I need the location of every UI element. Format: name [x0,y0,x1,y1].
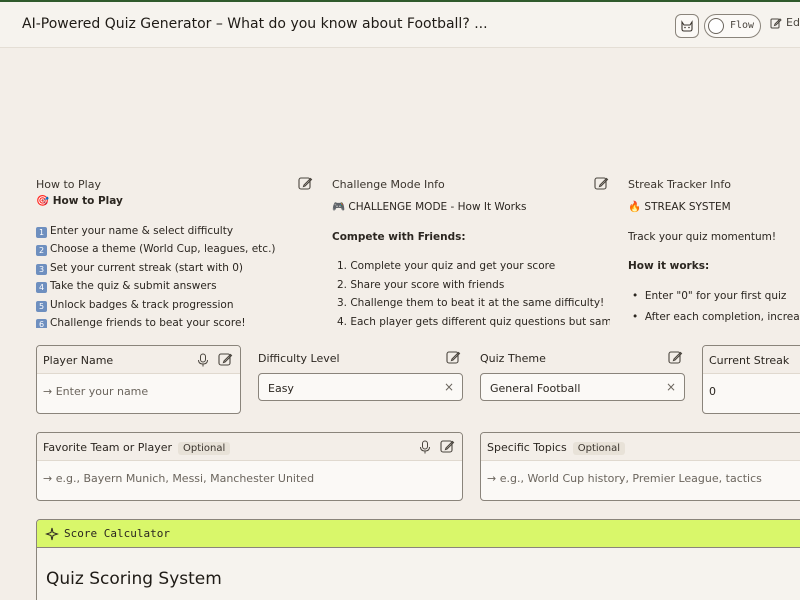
edit-icon[interactable] [440,439,455,454]
difficulty-value: Easy [268,382,294,395]
player-name-field: Player Name → Enter your name [36,345,241,414]
number-icon: 2 [36,245,47,256]
clear-icon[interactable]: × [444,380,454,394]
edit-icon[interactable] [446,350,461,365]
favorite-team-input[interactable]: → e.g., Bayern Munich, Messi, Manchester… [43,472,314,485]
favorite-team-label: Favorite Team or Player [43,441,173,454]
streak-line: Track your quiz momentum! [628,230,777,243]
current-streak-field: Current Streak 0 [702,345,800,414]
current-streak-input[interactable]: 0 [709,385,716,398]
page-title: AI-Powered Quiz Generator – What do you … [22,16,488,32]
list-item: 2. Share your score with friends [337,278,505,291]
number-icon: 5 [36,300,47,312]
list-item: 6 Challenge friends to beat your score! [36,314,276,328]
quiz-theme-label: Quiz Theme [480,352,546,365]
challenge-heading: 🎮 CHALLENGE MODE - How It Works [332,201,527,213]
score-title: Quiz Scoring System [46,569,222,589]
list-item: 1. Complete your quiz and get your score [337,260,556,272]
current-streak-label: Current Streak [709,354,790,367]
number-icon: 1 [36,226,47,238]
streak-heading: 🔥 STREAK SYSTEM [628,201,731,213]
number-icon: 4 [36,282,47,293]
flow-toggle[interactable]: Flow [704,14,761,38]
edit-icon [770,17,782,28]
list-item: 4. Each player gets different quiz quest… [337,315,610,328]
specific-topics-label: Specific Topics [487,441,567,454]
arrow-right-icon: → [43,385,53,398]
specific-topics-input[interactable]: → e.g., World Cup history, Premier Leagu… [487,472,762,485]
number-icon: 6 [36,319,47,328]
quiz-theme-value: General Football [490,382,581,395]
flow-label: Flow [730,20,755,31]
list-item: 4 Take the quiz & submit answers [36,277,276,296]
player-name-label: Player Name [43,354,114,367]
optional-badge: Optional [178,442,231,455]
cat-icon [681,20,693,32]
toggle-knob [708,18,724,34]
difficulty-label: Difficulty Level [258,352,340,365]
challenge-subheading: Compete with Friends: [332,230,466,243]
list-item: • Enter "0" for your first quiz [632,289,787,302]
list-item: 1 Enter your name & select difficulty [36,222,276,241]
arrow-right-icon: → [487,472,497,485]
number-icon: 3 [36,263,47,275]
score-calculator-card: Score Calculator Quiz Scoring System [36,519,800,600]
specific-topics-field: Specific Topics Optional → e.g., World Cu… [480,432,800,501]
optional-badge: Optional [572,442,625,455]
score-calculator-label: Score Calculator [64,527,170,540]
edit-button[interactable]: Ed [770,16,800,29]
list-item: 5 Unlock badges & track progression [36,296,276,315]
clear-icon[interactable]: × [666,380,676,394]
player-name-input[interactable]: → Enter your name [43,385,148,398]
edit-icon[interactable] [594,176,609,191]
challenge-mode-label: Challenge Mode Info [332,178,445,191]
edit-label: Ed [786,16,800,29]
edit-icon[interactable] [218,352,233,367]
streak-subheading: How it works: [628,260,710,272]
difficulty-select[interactable]: Easy × [258,373,463,401]
how-to-play-label: How to Play [36,178,101,191]
arrow-right-icon: → [43,472,53,485]
challenge-mode-panel: Challenge Mode Info 🎮 CHALLENGE MODE - H… [332,176,610,328]
list-item: 3 Set your current streak (start with 0) [36,259,276,278]
quiz-theme-select[interactable]: General Football × [480,373,685,401]
microphone-icon[interactable] [197,353,209,367]
list-item: • After each completion, increase [632,311,800,323]
edit-icon[interactable] [668,350,683,365]
list-item: 2 Choose a theme (World Cup, leagues, etc… [36,240,276,259]
streak-tracker-panel: Streak Tracker Info 🔥 STREAK SYSTEM Trac… [628,176,800,328]
streak-tracker-label: Streak Tracker Info [628,178,731,191]
sparkle-icon [45,527,59,541]
cat-icon-button[interactable] [675,14,699,38]
edit-icon[interactable] [298,176,313,191]
list-item: 3. Challenge them to beat it at the same… [337,297,605,309]
how-to-play-heading: 🎯 How to Play [36,195,123,207]
how-to-play-panel: How to Play 🎯 How to Play 1 Enter your na… [36,176,314,328]
microphone-icon[interactable] [419,440,431,454]
favorite-team-field: Favorite Team or Player Optional → e.g., … [36,432,463,501]
app-header: AI-Powered Quiz Generator – What do you … [0,2,800,48]
